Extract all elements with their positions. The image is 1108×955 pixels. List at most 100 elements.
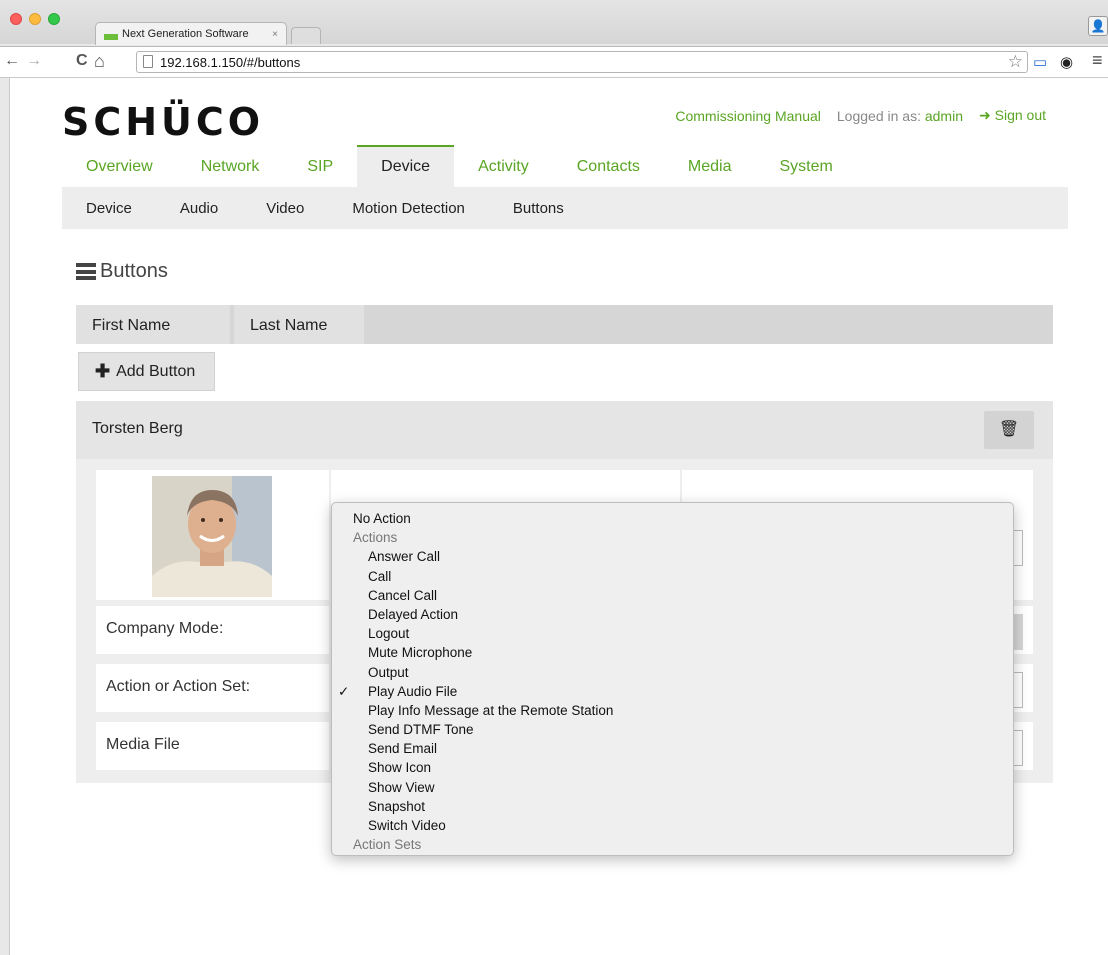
dropdown-option[interactable]: Send Email	[332, 739, 1013, 758]
commissioning-manual-link[interactable]: Commissioning Manual	[675, 108, 821, 124]
new-tab-button[interactable]	[291, 27, 321, 44]
dropdown-option-label: Delayed Action	[368, 606, 459, 622]
nav-activity[interactable]: Activity	[454, 145, 553, 187]
forward-button[interactable]: →	[26, 50, 42, 72]
subnav-motion-detection[interactable]: Motion Detection	[328, 187, 489, 229]
window-edge	[0, 78, 10, 955]
sign-out-link[interactable]: ➜ Sign out	[979, 107, 1046, 124]
home-button[interactable]: ⌂	[94, 50, 105, 72]
media-file-label: Media File	[96, 722, 329, 770]
bookmark-star-icon[interactable]: ☆	[1008, 52, 1023, 72]
dropdown-option-label: No Action	[353, 511, 411, 526]
page-title-text: Buttons	[100, 260, 168, 282]
dropdown-option[interactable]: Logout	[332, 624, 1013, 643]
browser-menu-icon[interactable]: ≡	[1092, 50, 1103, 71]
back-button[interactable]: ←	[4, 50, 20, 72]
reload-button[interactable]: C	[76, 50, 88, 72]
sign-out-label: Sign out	[994, 107, 1046, 123]
dropdown-option-label: Play Info Message at the Remote Station	[368, 702, 614, 718]
action-dropdown-menu: No Action Actions Answer Call Call Cancel Ca…	[331, 502, 1014, 856]
dropdown-option[interactable]: Show View	[332, 778, 1013, 797]
cast-icon[interactable]: ▭	[1033, 53, 1047, 71]
nav-system[interactable]: System	[755, 145, 856, 187]
logged-in-label: Logged in as:	[836, 107, 921, 124]
dropdown-group-label: Actions	[332, 528, 1013, 547]
nav-media[interactable]: Media	[664, 145, 756, 187]
dropdown-option-label: Send Email	[368, 741, 438, 757]
company-mode-label: Company Mode:	[96, 606, 329, 654]
sub-nav: Device Audio Video Motion Detection Butt…	[62, 187, 1068, 229]
dropdown-option-label: Output	[368, 664, 409, 680]
delete-button[interactable]: 🗑	[984, 411, 1034, 449]
schuco-logo: SCHÜCO	[62, 100, 265, 144]
nav-contacts[interactable]: Contacts	[553, 145, 664, 187]
dropdown-option[interactable]: Show Icon	[332, 758, 1013, 777]
dropdown-option[interactable]: Send DTMF Tone	[332, 720, 1013, 739]
page-icon	[143, 55, 153, 68]
dropdown-option-label: Snapshot	[368, 798, 426, 814]
dropdown-option-label: Mute Microphone	[368, 645, 473, 661]
dropdown-option[interactable]: Mute Microphone	[332, 643, 1013, 662]
dropdown-option[interactable]: No Action	[332, 509, 1013, 528]
portrait-image	[152, 476, 272, 597]
chrome-divider	[0, 77, 1108, 78]
subnav-video[interactable]: Video	[242, 187, 328, 229]
entry-header[interactable]: Torsten Berg 🗑	[76, 401, 1053, 459]
dropdown-option-label: Logout	[368, 626, 410, 642]
dropdown-option[interactable]: Answer Call	[332, 547, 1013, 566]
column-first-name[interactable]: First Name	[76, 305, 230, 344]
tab-close-icon[interactable]: ×	[272, 29, 278, 40]
dropdown-option-label: Cancel Call	[368, 587, 438, 603]
list-icon	[76, 263, 96, 280]
column-last-name[interactable]: Last Name	[234, 305, 364, 344]
dropdown-option-label: Action Sets	[353, 837, 422, 853]
dropdown-option[interactable]: Cancel Call	[332, 586, 1013, 605]
dropdown-option[interactable]: Play Info Message at the Remote Station	[332, 701, 1013, 720]
plus-icon: ✚	[95, 361, 111, 381]
subnav-device[interactable]: Device	[62, 187, 156, 229]
url-text: 192.168.1.150/#/buttons	[160, 55, 301, 70]
add-button[interactable]: ✚ Add Button	[78, 352, 215, 391]
contact-photo[interactable]	[152, 476, 272, 597]
trash-icon: 🗑	[998, 421, 1020, 438]
nav-sip[interactable]: SIP	[283, 145, 357, 187]
address-bar[interactable]: 192.168.1.150/#/buttons ☆	[136, 51, 1028, 73]
tab-title: Next Generation Software	[122, 28, 249, 40]
username: admin	[924, 107, 963, 124]
dropdown-option-label: Actions	[353, 530, 398, 546]
dropdown-option[interactable]: Switch Video	[332, 816, 1013, 835]
minimize-window-button[interactable]	[29, 13, 41, 25]
nav-network[interactable]: Network	[177, 145, 284, 187]
maximize-window-button[interactable]	[48, 13, 60, 25]
subnav-buttons[interactable]: Buttons	[489, 187, 588, 229]
close-window-button[interactable]	[10, 13, 22, 25]
checkmark-icon: ✓	[338, 683, 350, 699]
entry-name: Torsten Berg	[92, 420, 183, 437]
dropdown-option-label: Show Icon	[368, 760, 432, 776]
dropdown-option-label: Call	[368, 568, 392, 584]
dropdown-option-label: Send DTMF Tone	[368, 722, 474, 738]
subnav-audio[interactable]: Audio	[156, 187, 242, 229]
sign-out-icon: ➜	[979, 107, 991, 123]
table-header: First Name Last Name	[76, 305, 1053, 344]
dropdown-option[interactable]: Output	[332, 663, 1013, 682]
main-nav: Overview Network SIP Device Activity Con…	[62, 145, 1068, 187]
header-links: Commissioning Manual Logged in as: admin…	[675, 107, 1046, 124]
nav-device[interactable]: Device	[357, 145, 455, 187]
profile-icon[interactable]: 👤	[1088, 16, 1108, 36]
dropdown-option[interactable]: Delayed Action	[332, 605, 1013, 624]
dropdown-option-label: Play Audio File	[368, 683, 458, 699]
dropdown-option[interactable]: Snapshot	[332, 797, 1013, 816]
page-title: Buttons	[76, 260, 168, 283]
dropdown-option-label: Switch Video	[368, 818, 446, 833]
dropdown-group-label: Action Sets	[332, 835, 1013, 854]
action-label: Action or Action Set:	[96, 664, 329, 712]
add-button-label: Add Button	[116, 362, 196, 380]
browser-tab[interactable]: Next Generation Software ×	[95, 22, 287, 45]
nav-overview[interactable]: Overview	[62, 145, 177, 187]
dropdown-option[interactable]: ✓ Play Audio File	[332, 682, 1013, 701]
dropdown-option[interactable]: Call	[332, 567, 1013, 586]
dropdown-option-label: Answer Call	[368, 549, 441, 565]
dropdown-option-label: Show View	[368, 779, 435, 795]
extension-icon[interactable]: ◉	[1060, 53, 1073, 71]
